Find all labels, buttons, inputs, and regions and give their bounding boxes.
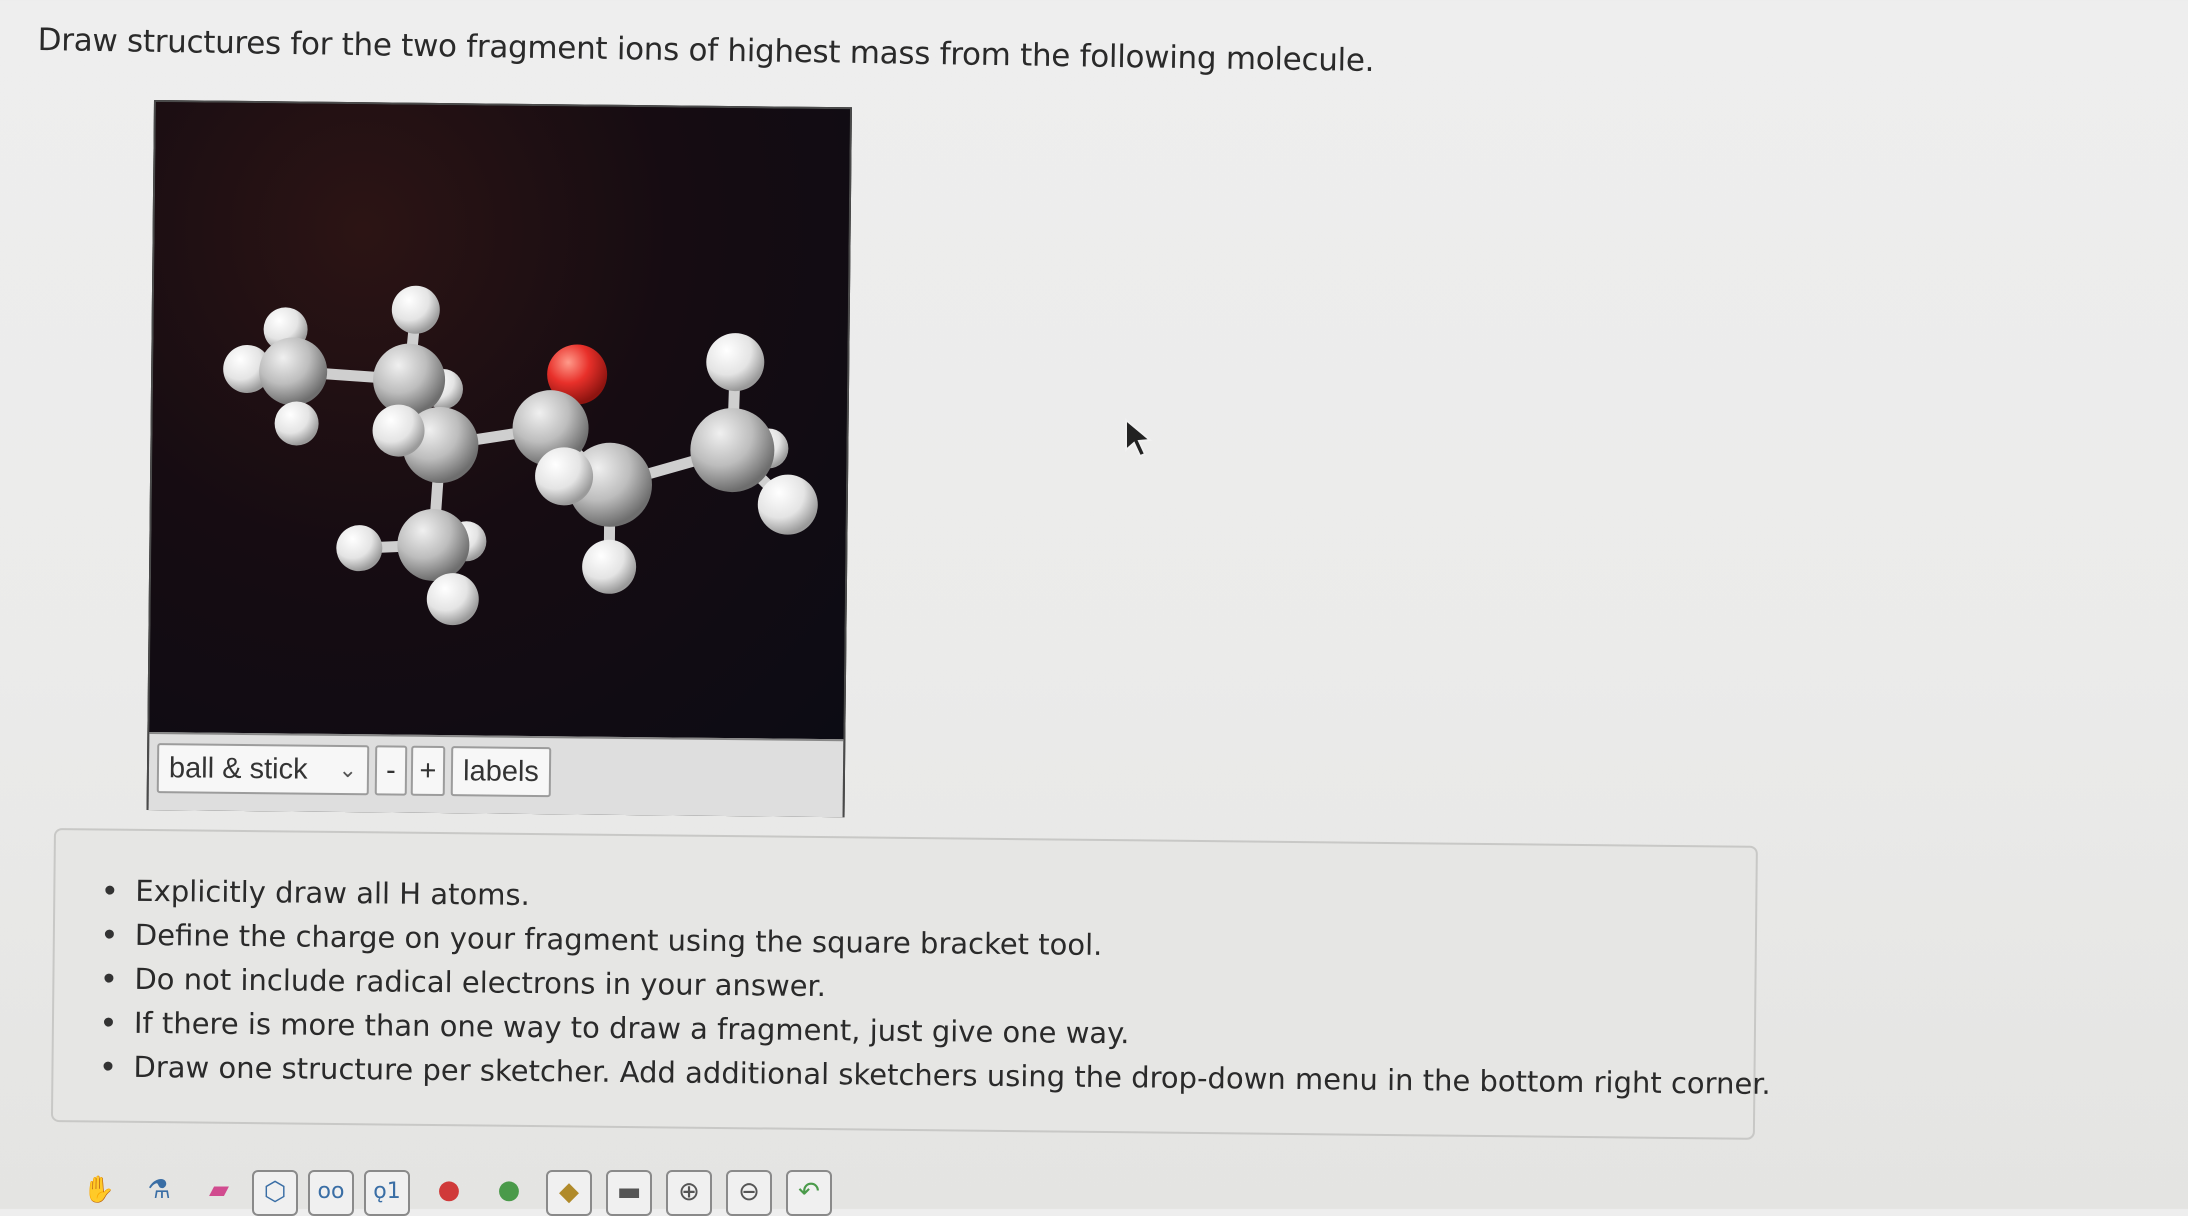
atoms: [223, 285, 818, 626]
sketcher-toolbar: ✋ ⚗ ▰ ⬡ oo ǫ1 ● ● ◆ ▬ ⊕ ⊖ ↶: [56, 1156, 896, 1216]
bullet-icon: [103, 1017, 114, 1027]
display-style-select[interactable]: ball & stick ⌄: [156, 743, 370, 796]
eraser-icon[interactable]: ▰: [196, 1170, 242, 1216]
labels-button[interactable]: labels: [450, 746, 552, 798]
ring-icon[interactable]: ⬡: [252, 1170, 298, 1216]
hand-icon[interactable]: ✋: [76, 1170, 122, 1216]
zoom-out-button[interactable]: -: [374, 745, 408, 796]
molecule-canvas[interactable]: [149, 102, 850, 740]
viewer-controls: ball & stick ⌄ - + labels: [148, 731, 844, 818]
tool-icon[interactable]: ▬: [606, 1170, 652, 1216]
chain-icon[interactable]: oo: [308, 1170, 354, 1216]
chevron-down-icon: ⌄: [338, 756, 358, 783]
atom-icon[interactable]: ǫ1: [364, 1170, 410, 1216]
molecule-model: [223, 285, 818, 626]
bullet-icon: [104, 973, 114, 983]
bullet-icon: [104, 929, 114, 939]
tool-icon[interactable]: ↶: [786, 1170, 832, 1216]
instructions-list: Explicitly draw all H atoms. Define the …: [103, 871, 1773, 1108]
tool-icon[interactable]: ◆: [546, 1170, 592, 1216]
tool-icon[interactable]: ⊕: [666, 1170, 712, 1216]
red-tool-icon[interactable]: ●: [426, 1170, 472, 1216]
green-tool-icon[interactable]: ●: [486, 1170, 532, 1216]
bullet-icon: [103, 1061, 113, 1071]
question-text: Draw structures for the two fragment ion…: [37, 22, 1375, 79]
mouse-cursor-icon: [1125, 418, 1153, 458]
bullet-icon: [105, 885, 115, 895]
molecule-viewer[interactable]: ball & stick ⌄ - + labels: [146, 100, 852, 818]
instructions-panel: Explicitly draw all H atoms. Define the …: [50, 828, 1771, 1140]
display-style-value: ball & stick: [168, 752, 308, 786]
tool-icon[interactable]: ⊖: [726, 1170, 772, 1216]
zoom-in-button[interactable]: +: [410, 745, 446, 797]
bottle-icon[interactable]: ⚗: [136, 1170, 182, 1216]
